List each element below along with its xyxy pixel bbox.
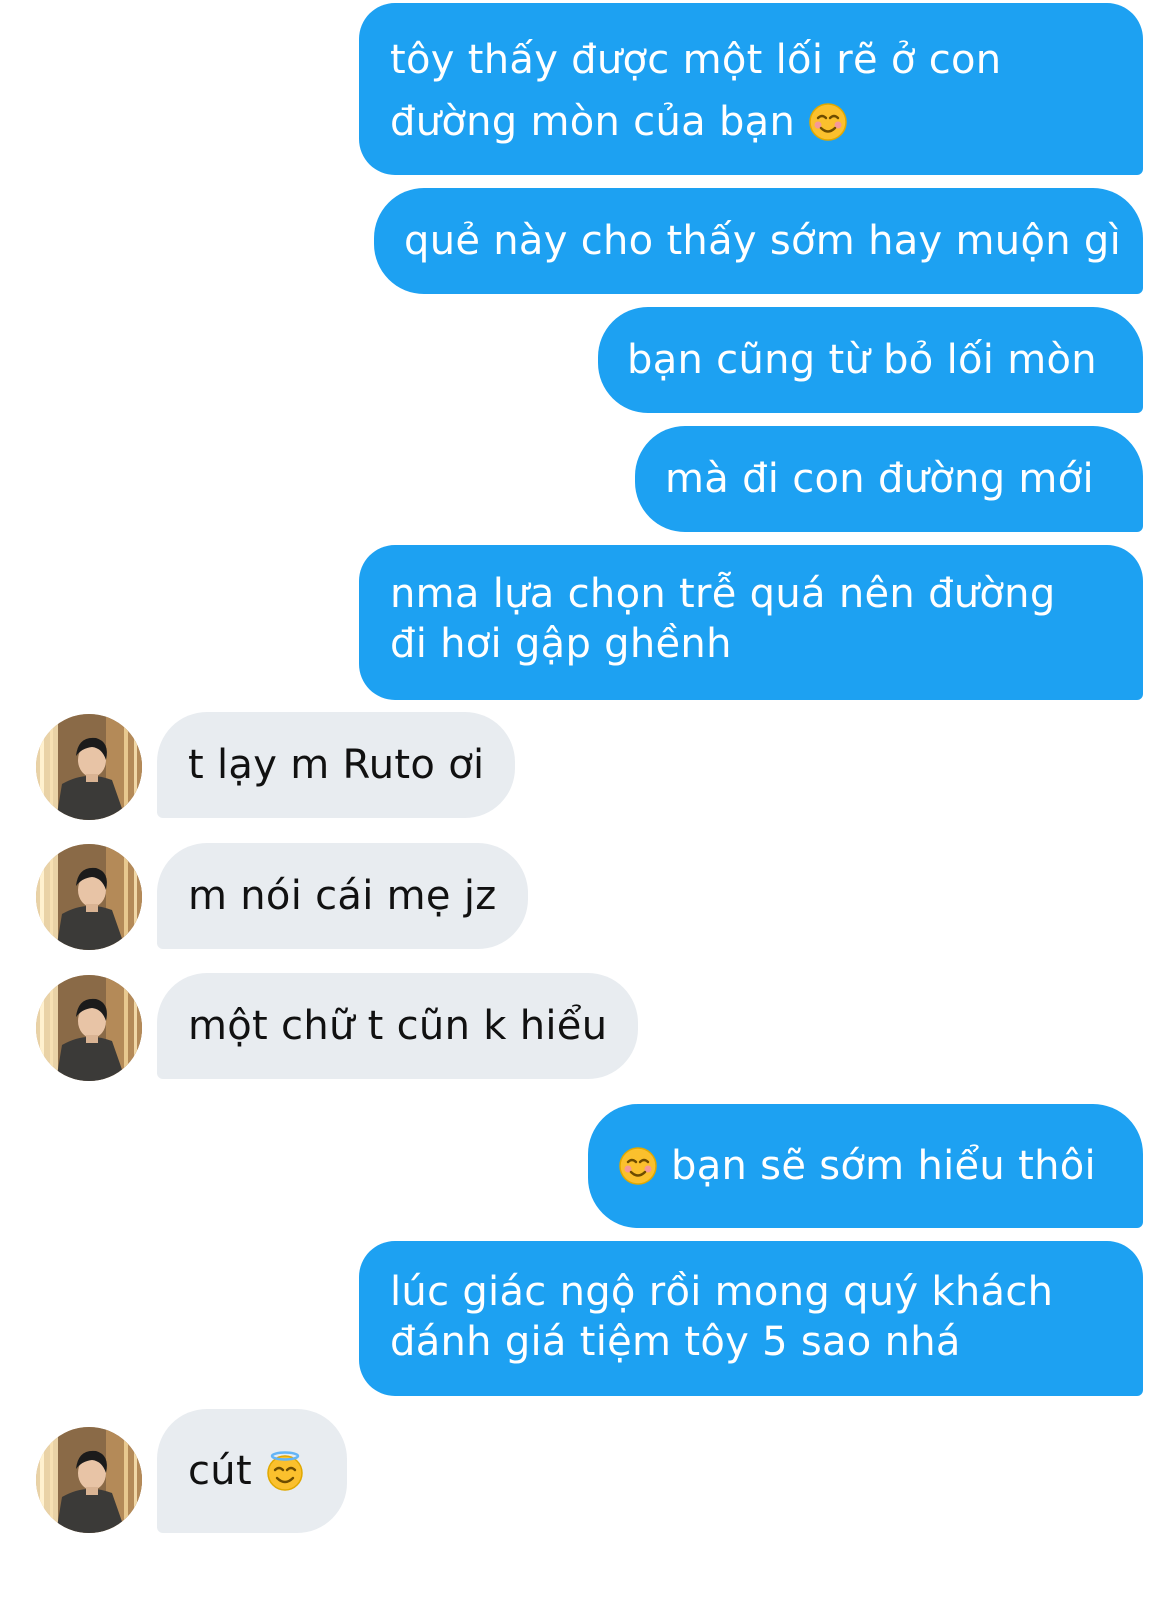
outgoing-message[interactable]: quẻ này cho thấy sớm hay muộn gì: [374, 188, 1143, 294]
avatar[interactable]: [36, 975, 142, 1081]
outgoing-message[interactable]: bạn cũng từ bỏ lối mòn: [598, 307, 1143, 413]
incoming-message[interactable]: t lạy m Ruto ơi: [157, 712, 516, 818]
message-text: bạn cũng từ bỏ lối mòn: [627, 337, 1097, 383]
incoming-message[interactable]: cút: [157, 1409, 347, 1533]
avatar[interactable]: [36, 714, 142, 820]
message-text: t lạy m Ruto ơi: [188, 742, 485, 788]
message-text: mà đi con đường mới: [665, 456, 1094, 502]
message-text: bạn sẽ sớm hiểu thôi: [671, 1143, 1096, 1189]
outgoing-message[interactable]: bạn sẽ sớm hiểu thôi: [588, 1104, 1143, 1228]
message-text: lúc giác ngộ rồi mong quý khách đánh giá…: [390, 1269, 1054, 1365]
outgoing-message[interactable]: tôy thấy được một lối rẽ ở con đường mòn…: [359, 3, 1143, 175]
outgoing-message[interactable]: lúc giác ngộ rồi mong quý khách đánh giá…: [359, 1241, 1143, 1396]
incoming-message[interactable]: m nói cái mẹ jz: [157, 843, 528, 949]
halo-face-icon: [265, 1451, 305, 1491]
outgoing-message[interactable]: mà đi con đường mới: [635, 426, 1143, 532]
message-text: m nói cái mẹ jz: [188, 873, 497, 919]
incoming-message[interactable]: một chữ t cũn k hiểu: [157, 973, 639, 1079]
outgoing-message[interactable]: nma lựa chọn trễ quá nên đường đi hơi gậ…: [359, 545, 1143, 700]
message-text: cút: [188, 1448, 252, 1494]
message-text: quẻ này cho thấy sớm hay muộn gì: [404, 218, 1121, 264]
message-text: tôy thấy được một lối rẽ ở con đường mòn…: [390, 37, 1002, 145]
smiling-face-icon: [618, 1146, 658, 1186]
smiling-face-icon: [808, 102, 848, 142]
message-text: nma lựa chọn trễ quá nên đường đi hơi gậ…: [390, 571, 1056, 667]
avatar[interactable]: [36, 844, 142, 950]
avatar[interactable]: [36, 1427, 142, 1533]
message-text: một chữ t cũn k hiểu: [188, 1003, 608, 1049]
